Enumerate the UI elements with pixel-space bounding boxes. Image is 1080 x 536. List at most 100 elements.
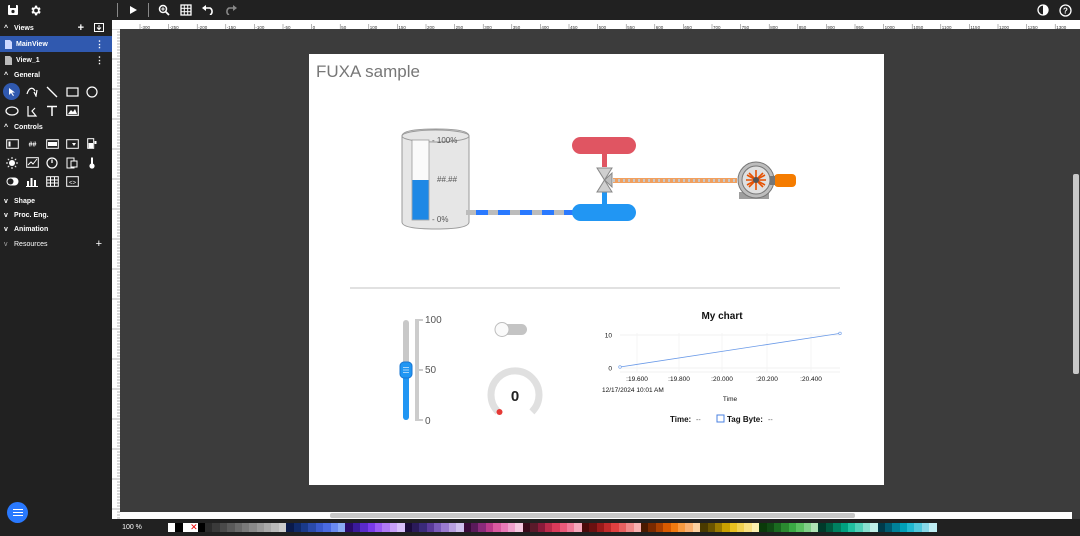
select-control-icon[interactable] (62, 135, 82, 153)
color-swatch[interactable] (227, 523, 235, 532)
color-swatch[interactable] (737, 523, 745, 532)
value-display-icon[interactable] (2, 135, 22, 153)
zoom-level[interactable]: 100 % (112, 524, 152, 531)
color-swatch[interactable] (788, 523, 797, 532)
input-field-icon[interactable] (42, 135, 62, 153)
color-swatch[interactable] (411, 523, 420, 532)
gauge-icon[interactable] (42, 154, 62, 172)
color-swatch[interactable] (604, 523, 612, 532)
proc-eng-section-header[interactable]: v Proc. Eng. (0, 208, 112, 222)
animation-section-header[interactable]: v Animation (0, 222, 112, 236)
color-swatch[interactable] (515, 523, 523, 532)
color-swatch[interactable] (241, 523, 250, 532)
color-swatch[interactable] (493, 523, 501, 532)
text-tool-icon[interactable] (42, 102, 62, 120)
slider[interactable]: 100 50 0 (399, 315, 442, 427)
color-swatch[interactable] (485, 523, 494, 532)
line-chart[interactable]: My chart 0 10:19.600:19.800:20.000:20.200… (602, 311, 842, 424)
color-swatch[interactable] (271, 523, 279, 532)
grid-icon[interactable] (175, 0, 197, 20)
ellipse-tool-icon[interactable] (2, 102, 22, 120)
color-swatch[interactable] (648, 523, 656, 532)
valve[interactable] (596, 167, 613, 193)
iframe-icon[interactable]: <> (62, 173, 82, 191)
zoom-icon[interactable] (153, 0, 175, 20)
light-indicator-icon[interactable] (2, 154, 22, 172)
vertical-scroll-thumb[interactable] (1073, 174, 1079, 374)
color-swatch[interactable] (337, 523, 346, 532)
number-display-icon[interactable]: ## (22, 135, 42, 153)
color-swatch[interactable] (256, 523, 265, 532)
color-swatch[interactable] (714, 523, 723, 532)
gear-icon[interactable] (24, 0, 46, 20)
motor[interactable] (737, 161, 796, 199)
theme-contrast-icon[interactable] (1032, 0, 1054, 20)
color-swatch[interactable] (877, 523, 885, 532)
color-swatch[interactable] (234, 523, 242, 532)
color-swatch[interactable] (389, 523, 398, 532)
redo-icon[interactable] (219, 0, 241, 20)
view-item-mainview[interactable]: MainView ⋮ (0, 36, 112, 52)
view-item-view-1[interactable]: View_1 ⋮ (0, 52, 112, 68)
color-swatch[interactable] (419, 523, 427, 532)
color-swatch[interactable] (641, 523, 649, 532)
color-swatch[interactable] (892, 523, 900, 532)
color-swatch[interactable] (870, 523, 878, 532)
bar-chart-icon[interactable] (22, 173, 42, 191)
color-swatch[interactable] (729, 523, 738, 532)
color-swatch[interactable] (825, 523, 834, 532)
color-swatch[interactable] (574, 523, 582, 532)
horizontal-scrollbar[interactable] (120, 512, 1072, 519)
html-table-icon[interactable] (62, 154, 82, 172)
color-swatch[interactable] (914, 523, 922, 532)
color-swatch[interactable] (884, 523, 893, 532)
add-view-icon[interactable]: + (78, 22, 84, 34)
image-tool-icon[interactable] (62, 102, 82, 120)
add-resource-icon[interactable]: + (96, 238, 102, 250)
color-swatch[interactable] (507, 523, 516, 532)
color-swatch[interactable] (759, 523, 767, 532)
color-swatch[interactable] (596, 523, 605, 532)
color-swatch[interactable] (855, 523, 863, 532)
color-swatch[interactable] (677, 523, 686, 532)
save-icon[interactable] (2, 0, 24, 20)
color-swatch[interactable] (426, 523, 435, 532)
tank[interactable]: - 100% - 0% ##.## (401, 128, 470, 230)
color-swatch[interactable] (700, 523, 708, 532)
color-swatch[interactable] (301, 523, 309, 532)
color-swatch[interactable] (774, 523, 782, 532)
color-swatch[interactable] (434, 523, 442, 532)
trend-chart-icon[interactable] (22, 154, 42, 172)
thermometer-icon[interactable] (82, 154, 102, 172)
color-swatch[interactable] (212, 523, 220, 532)
color-swatch[interactable] (722, 523, 730, 532)
more-vert-icon[interactable]: ⋮ (95, 39, 104, 50)
switch-icon[interactable] (2, 173, 22, 191)
vertical-scrollbar[interactable] (1072, 29, 1080, 519)
color-swatch[interactable] (315, 523, 324, 532)
polyline-tool-icon[interactable] (22, 102, 42, 120)
legend-tag-swatch[interactable] (716, 414, 725, 423)
blue-tank[interactable] (572, 204, 636, 221)
color-swatch[interactable] (618, 523, 627, 532)
no-color-swatch[interactable]: ✕ (190, 523, 198, 532)
color-swatch[interactable] (611, 523, 619, 532)
color-swatch[interactable] (818, 523, 826, 532)
color-swatch[interactable] (204, 523, 213, 532)
play-icon[interactable] (122, 0, 144, 20)
color-swatch[interactable] (796, 523, 804, 532)
color-swatch[interactable] (670, 523, 678, 532)
color-swatch[interactable] (264, 523, 272, 532)
circle-tool-icon[interactable] (82, 83, 102, 101)
color-swatch[interactable] (330, 523, 338, 532)
color-swatch[interactable] (404, 523, 412, 532)
pointer-tool-icon[interactable] (3, 83, 20, 100)
red-tank[interactable] (572, 137, 636, 154)
color-swatch[interactable] (567, 523, 575, 532)
color-swatch[interactable] (537, 523, 545, 532)
color-swatch[interactable] (833, 523, 841, 532)
color-swatch[interactable] (197, 523, 205, 532)
help-icon[interactable]: ? (1054, 0, 1076, 20)
color-swatch[interactable] (308, 523, 316, 532)
color-swatch[interactable] (626, 523, 634, 532)
